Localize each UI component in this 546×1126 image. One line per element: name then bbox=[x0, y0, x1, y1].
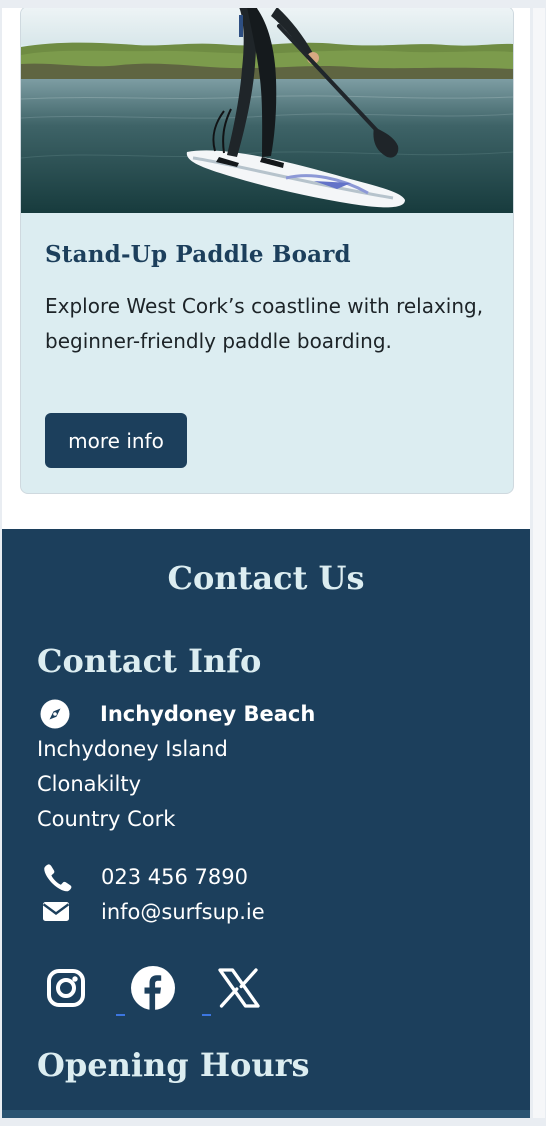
envelope-icon bbox=[42, 902, 70, 921]
address-line: Inchydoney Island bbox=[37, 737, 228, 761]
instagram-link[interactable] bbox=[45, 967, 87, 1009]
page: Stand-Up Paddle Board Explore West Cork’… bbox=[2, 8, 530, 1118]
more-info-button[interactable]: more info bbox=[45, 413, 187, 468]
opening-hours-heading: Opening Hours bbox=[37, 1046, 310, 1084]
link-underline bbox=[116, 1014, 125, 1016]
email-address: info@surfsup.ie bbox=[101, 900, 265, 924]
card-title: Stand-Up Paddle Board bbox=[45, 241, 351, 268]
contact-heading: Contact Us bbox=[167, 559, 365, 597]
x-link[interactable] bbox=[217, 967, 261, 1009]
compass-icon bbox=[40, 699, 70, 729]
address-line: Clonakilty bbox=[37, 772, 142, 796]
cutoff-content bbox=[2, 1110, 530, 1118]
card-description: Explore West Cork’s coastline with relax… bbox=[45, 294, 484, 353]
facebook-icon bbox=[131, 966, 175, 1010]
card-body: Stand-Up Paddle Board Explore West Cork’… bbox=[21, 213, 513, 493]
phone-icon bbox=[44, 864, 72, 892]
instagram-icon bbox=[47, 969, 85, 1007]
paddle-board-image bbox=[21, 8, 513, 213]
contact-section: Contact Us Contact Info Inchydoney Beach… bbox=[2, 529, 530, 1118]
link-underline bbox=[202, 1014, 211, 1016]
phone-number: 023 456 7890 bbox=[101, 865, 248, 889]
facebook-link[interactable] bbox=[130, 965, 176, 1011]
contact-info-heading: Contact Info bbox=[37, 642, 262, 680]
activity-card: Stand-Up Paddle Board Explore West Cork’… bbox=[20, 8, 514, 494]
location-name: Inchydoney Beach bbox=[100, 702, 316, 726]
x-icon bbox=[218, 968, 260, 1008]
address-line: Country Cork bbox=[37, 807, 176, 831]
vertical-scrollbar[interactable] bbox=[533, 8, 545, 1118]
